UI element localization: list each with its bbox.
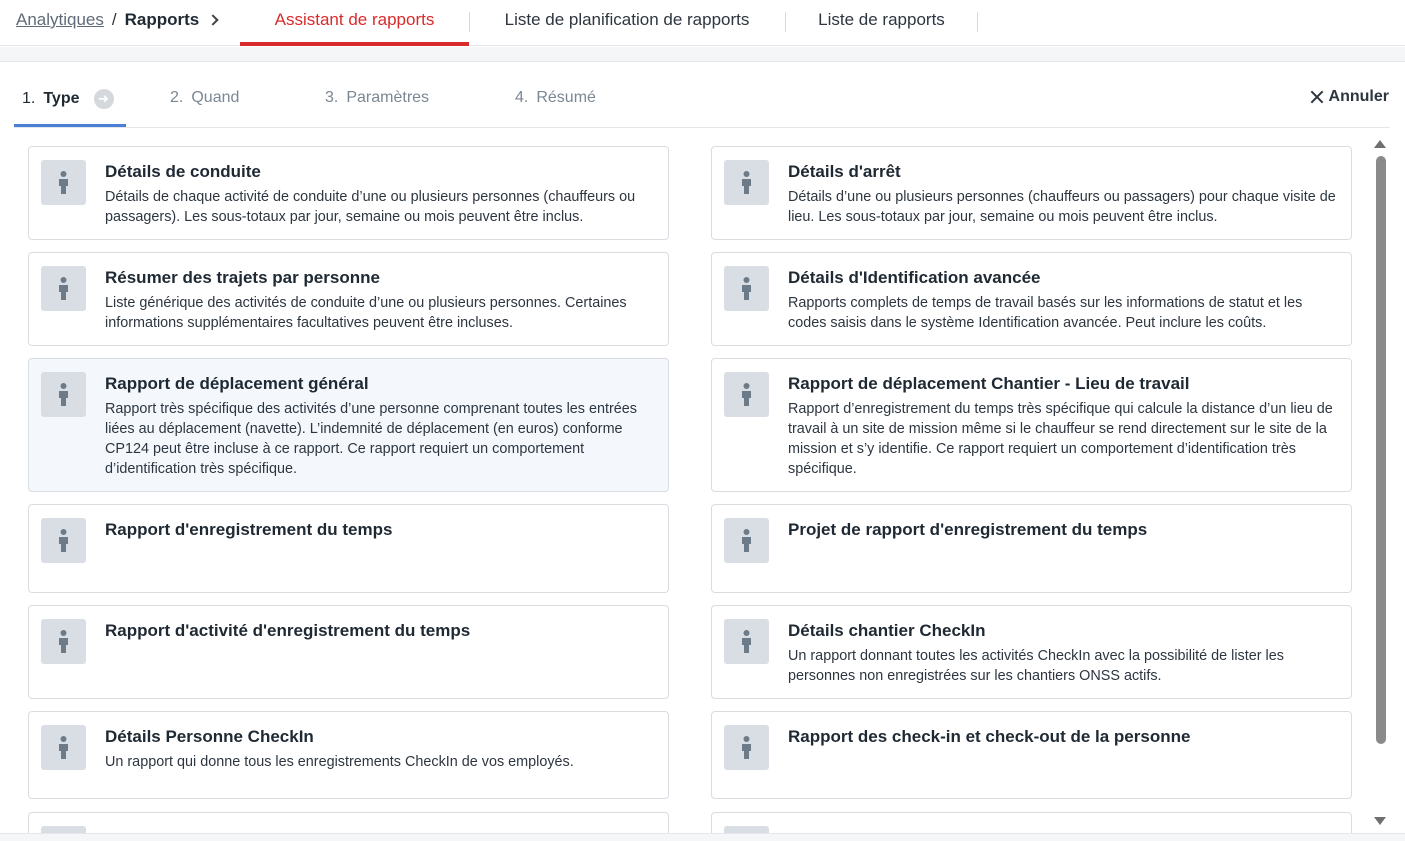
top-navigation: Analytiques / Rapports Assistant de rapp… [0,0,1405,46]
person-icon [724,372,769,417]
step-when[interactable]: 2. Quand [170,89,239,107]
footer-band [0,833,1405,841]
report-card[interactable]: Détails Personne CheckIn Un rapport qui … [28,711,669,799]
cancel-label: Annuler [1328,88,1389,105]
tab-label: Liste de rapports [818,10,945,29]
scroll-down-arrow-icon[interactable] [1374,817,1386,825]
report-card[interactable]: Détails chantier CheckIn Un rapport donn… [711,605,1352,699]
report-title: Détails chantier CheckIn [788,621,986,640]
tab-divider [785,12,786,32]
report-title: Projet de rapport d'enregistrement du te… [788,520,1148,539]
report-title: Rapport de déplacement Chantier - Lieu d… [788,374,1190,393]
tab-label: Assistant de rapports [274,10,435,29]
report-card[interactable]: Rapport des check-in et check-out de la … [711,711,1352,799]
step-summary[interactable]: 4. Résumé [515,89,596,107]
report-description: Un rapport donnant toutes les activités … [788,648,1284,684]
step-label: Paramètres [346,89,430,106]
step-number: 2. [170,89,184,106]
person-icon [724,725,769,770]
report-description: Détails d’une ou plusieurs personnes (ch… [788,189,1336,225]
report-description: Rapport d’enregistrement du temps très s… [788,401,1333,477]
report-card[interactable]: Rapport de déplacement Chantier - Lieu d… [711,358,1352,492]
step-parameters[interactable]: 3. Paramètres [325,89,429,107]
person-icon [41,266,86,311]
step-label: Quand [191,89,240,106]
person-icon [724,518,769,563]
scrollbar-thumb[interactable] [1376,156,1386,744]
report-type-grid: Détails de conduite Détails de chaque ac… [28,146,1352,834]
report-title: Détails de conduite [105,162,261,181]
report-card[interactable] [28,812,669,834]
scroll-up-arrow-icon[interactable] [1374,140,1386,148]
step-type[interactable]: 1. Type ➜ [22,89,114,109]
tab-report-list[interactable]: Liste de rapports [800,0,963,46]
header-gap [0,47,1405,61]
person-icon [41,619,86,664]
tab-label: Liste de planification de rapports [504,10,750,29]
report-description: Un rapport qui donne tous les enregistre… [105,754,574,770]
report-card[interactable]: Détails d'arrêt Détails d’une ou plusieu… [711,146,1352,240]
chevron-right-icon[interactable] [207,14,219,26]
step-label: Résumé [536,89,596,106]
step-label: Type [43,90,80,107]
report-title: Rapport d'enregistrement du temps [105,520,393,539]
report-card[interactable]: Rapport de déplacement général Rapport t… [28,358,669,492]
report-title: Résumer des trajets par personne [105,268,380,287]
tab-divider [977,12,978,32]
report-card[interactable]: Rapport d'enregistrement du temps [28,504,669,593]
step-number: 4. [515,89,529,106]
active-step-indicator [14,124,126,127]
person-icon [41,372,86,417]
breadcrumb-link-analytics[interactable]: Analytiques [16,10,104,30]
breadcrumb-separator: / [111,10,117,29]
report-card[interactable]: Détails de conduite Détails de chaque ac… [28,146,669,240]
person-icon [41,160,86,205]
tab-divider [469,12,470,32]
cancel-button[interactable]: Annuler [1309,88,1389,106]
wizard-steps: 1. Type ➜ 2. Quand 3. Paramètres 4. Résu… [14,62,1390,128]
report-title: Rapport des check-in et check-out de la … [788,727,1191,746]
report-description: Détails de chaque activité de conduite d… [105,189,636,225]
person-icon [724,619,769,664]
person-icon [41,518,86,563]
wizard-panel: 1. Type ➜ 2. Quand 3. Paramètres 4. Résu… [0,61,1405,834]
report-title: Rapport de déplacement général [105,374,369,393]
report-title: Détails d'Identification avancée [788,268,1041,287]
report-card[interactable]: Rapport d'activité d'enregistrement du t… [28,605,669,699]
breadcrumb-current: Rapports [124,10,200,29]
report-card[interactable] [711,812,1352,834]
arrow-right-icon: ➜ [93,89,114,109]
step-number: 1. [22,90,36,107]
person-icon [41,725,86,770]
tab-report-schedule-list[interactable]: Liste de planification de rapports [484,0,770,46]
step-number: 3. [325,89,339,106]
breadcrumb: Analytiques / Rapports [16,10,219,30]
report-title: Détails d'arrêt [788,162,901,181]
report-description: Liste générique des activités de conduit… [105,295,627,331]
report-description: Rapport très spécifique des activités d’… [105,401,637,477]
report-card[interactable]: Résumer des trajets par personne Liste g… [28,252,669,346]
person-icon [724,266,769,311]
report-card[interactable]: Projet de rapport d'enregistrement du te… [711,504,1352,593]
tab-report-assistant[interactable]: Assistant de rapports [240,0,469,46]
report-card[interactable]: Détails d'Identification avancée Rapport… [711,252,1352,346]
report-title: Détails Personne CheckIn [105,727,314,746]
report-title: Rapport d'activité d'enregistrement du t… [105,621,471,640]
close-icon [1309,89,1325,105]
report-description: Rapports complets de temps de travail ba… [788,295,1303,331]
person-icon [724,160,769,205]
